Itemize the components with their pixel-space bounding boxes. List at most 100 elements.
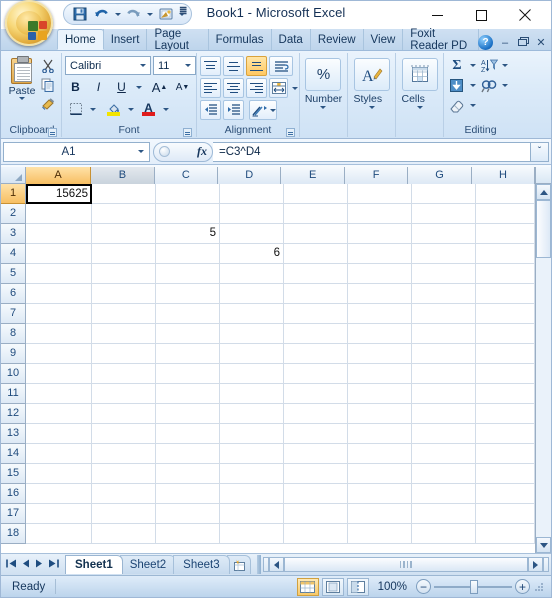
cell-e9[interactable] [284, 344, 348, 364]
column-header-d[interactable]: D [218, 167, 282, 184]
cell-a9[interactable] [26, 344, 92, 364]
font-size-combo[interactable]: 11 [153, 56, 196, 75]
cell-a14[interactable] [26, 444, 92, 464]
align-bottom-icon[interactable] [246, 56, 267, 76]
cell-d5[interactable] [220, 264, 284, 284]
cell-g3[interactable] [412, 224, 476, 244]
cell-f13[interactable] [348, 424, 412, 444]
cell-h1[interactable] [476, 184, 535, 204]
minimize-button[interactable] [415, 1, 459, 29]
cell-a2[interactable] [26, 204, 92, 224]
cell-f16[interactable] [348, 484, 412, 504]
styles-dropdown-icon[interactable] [368, 106, 375, 109]
cell-g15[interactable] [412, 464, 476, 484]
styles-icon[interactable]: A [353, 58, 390, 91]
column-header-c[interactable]: C [154, 167, 219, 184]
resize-grip-icon[interactable] [533, 581, 545, 593]
cell-b10[interactable] [92, 364, 156, 384]
cell-b8[interactable] [92, 324, 156, 344]
cell-e17[interactable] [284, 504, 348, 524]
sheet-tab-sheet3[interactable]: Sheet3 [173, 555, 230, 574]
row-header-2[interactable]: 2 [1, 204, 26, 224]
cell-h9[interactable] [476, 344, 535, 364]
tab-data[interactable]: Data [270, 29, 311, 50]
cell-g17[interactable] [412, 504, 476, 524]
cell-b9[interactable] [92, 344, 156, 364]
row-header-6[interactable]: 6 [1, 284, 26, 304]
expand-formula-bar-icon[interactable]: ˇ [531, 141, 549, 162]
cell-f12[interactable] [348, 404, 412, 424]
row-header-5[interactable]: 5 [1, 264, 26, 284]
cell-f4[interactable] [348, 244, 412, 264]
font-size-dropdown-icon[interactable] [182, 64, 193, 67]
cell-c2[interactable] [156, 204, 220, 224]
row-header-10[interactable]: 10 [1, 364, 26, 384]
cell-h18[interactable] [476, 524, 535, 544]
scroll-left-button[interactable] [268, 557, 284, 572]
hscroll-right-edge[interactable] [543, 557, 549, 572]
grow-font-button[interactable]: A ▲ [149, 77, 170, 97]
row-header-3[interactable]: 3 [1, 224, 26, 244]
tab-view[interactable]: View [362, 29, 404, 50]
tab-split-handle[interactable] [256, 555, 261, 574]
fill-color-icon[interactable] [103, 99, 124, 119]
vertical-scrollbar[interactable] [535, 184, 551, 553]
find-and-select-icon[interactable] [479, 76, 499, 95]
cell-e4[interactable] [284, 244, 348, 264]
row-header-18[interactable]: 18 [1, 524, 26, 544]
cell-e16[interactable] [284, 484, 348, 504]
alignment-dialog-launcher[interactable] [286, 128, 295, 137]
cell-d7[interactable] [220, 304, 284, 324]
cell-b11[interactable] [92, 384, 156, 404]
align-right-icon[interactable] [246, 78, 267, 98]
cell-d2[interactable] [220, 204, 284, 224]
close-document-icon[interactable]: ✕ [535, 36, 547, 49]
cell-a18[interactable] [26, 524, 92, 544]
insert-function-icon[interactable]: fx [197, 144, 207, 159]
help-icon[interactable]: ? [478, 35, 493, 50]
cell-h11[interactable] [476, 384, 535, 404]
cell-h5[interactable] [476, 264, 535, 284]
cell-d13[interactable] [220, 424, 284, 444]
row-header-7[interactable]: 7 [1, 304, 26, 324]
cell-e13[interactable] [284, 424, 348, 444]
cell-g18[interactable] [412, 524, 476, 544]
cell-b1[interactable] [92, 184, 156, 204]
font-dialog-launcher[interactable] [183, 128, 192, 137]
increase-indent-icon[interactable] [223, 100, 244, 120]
cell-f7[interactable] [348, 304, 412, 324]
align-top-icon[interactable] [200, 56, 221, 76]
cell-c12[interactable] [156, 404, 220, 424]
cell-c3[interactable]: 5 [156, 224, 220, 244]
cell-d9[interactable] [220, 344, 284, 364]
cell-b15[interactable] [92, 464, 156, 484]
merge-and-center-icon[interactable] [269, 78, 288, 98]
cell-h12[interactable] [476, 404, 535, 424]
zoom-in-button[interactable]: + [515, 579, 530, 594]
row-header-13[interactable]: 13 [1, 424, 26, 444]
fill-color-dropdown-icon[interactable] [126, 99, 136, 119]
orientation-icon[interactable] [249, 100, 277, 120]
cell-a5[interactable] [26, 264, 92, 284]
merge-dropdown-icon[interactable] [290, 78, 299, 98]
cell-g12[interactable] [412, 404, 476, 424]
cell-g2[interactable] [412, 204, 476, 224]
cell-c7[interactable] [156, 304, 220, 324]
cell-h6[interactable] [476, 284, 535, 304]
zoom-out-button[interactable]: − [416, 579, 431, 594]
borders-icon[interactable] [65, 99, 86, 119]
cell-b6[interactable] [92, 284, 156, 304]
align-left-icon[interactable] [200, 78, 221, 98]
cell-g14[interactable] [412, 444, 476, 464]
bold-button[interactable]: B [65, 77, 86, 97]
column-header-h[interactable]: H [471, 167, 536, 184]
autosum-icon[interactable]: Σ [447, 56, 467, 75]
cell-g13[interactable] [412, 424, 476, 444]
cell-e8[interactable] [284, 324, 348, 344]
cell-f8[interactable] [348, 324, 412, 344]
insert-worksheet-icon[interactable] [226, 555, 251, 574]
ribbon-group-cells[interactable]: Cells [395, 53, 443, 137]
row-header-16[interactable]: 16 [1, 484, 26, 504]
page-layout-view-icon[interactable] [321, 577, 344, 596]
cell-g11[interactable] [412, 384, 476, 404]
